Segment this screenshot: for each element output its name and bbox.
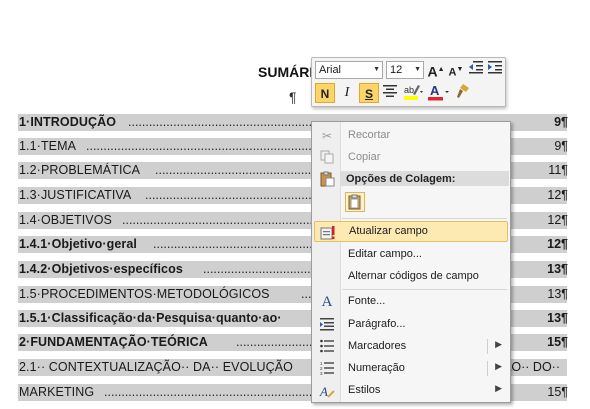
menu-item-font[interactable]: A Fonte... bbox=[314, 291, 508, 312]
svg-text:ab: ab bbox=[404, 85, 414, 95]
toc-entry-page: 12¶ bbox=[547, 213, 568, 227]
bold-button[interactable]: N bbox=[315, 83, 335, 103]
paragraph-mark: ¶ bbox=[289, 89, 297, 105]
toc-entry-page: 9¶ bbox=[554, 139, 568, 153]
italic-button[interactable]: I bbox=[337, 83, 357, 103]
menu-item-update-field[interactable]: Atualizar campo bbox=[314, 221, 508, 242]
toc-entry-title: 1.1·TEMA bbox=[19, 139, 77, 153]
toc-entry-title: 1.5·PROCEDIMENTOS·METODOLÓGICOS bbox=[19, 287, 270, 301]
toc-entry-page: 12¶ bbox=[547, 237, 568, 251]
submenu-arrow-icon: ▶ bbox=[495, 361, 502, 371]
mini-toolbar: Arial ▼ 12 ▼ A▲ A▼ N I S ab A bbox=[311, 57, 506, 107]
grow-font-icon: A bbox=[427, 63, 438, 80]
toc-entry-title: 1.2·PROBLEMÁTICA bbox=[19, 163, 141, 177]
align-center-icon bbox=[383, 85, 397, 97]
clipboard-icon bbox=[348, 194, 361, 210]
toc-entry-title: 1·INTRODUÇÃO bbox=[19, 115, 117, 129]
scissors-icon: ✂ bbox=[321, 129, 333, 143]
svg-text:3: 3 bbox=[320, 371, 323, 375]
shrink-font-button[interactable]: A▼ bbox=[446, 60, 466, 80]
svg-text:A: A bbox=[430, 83, 440, 98]
toc-entry-page: 12¶ bbox=[547, 188, 568, 202]
toc-entry-title: 1.3·JUSTIFICATIVA bbox=[19, 188, 132, 202]
toc-entry-page: 15¶ bbox=[547, 335, 568, 349]
menu-item-toggle-field-codes[interactable]: Alternar códigos de campo bbox=[314, 266, 508, 287]
font-color-icon: A bbox=[428, 83, 449, 101]
toc-entry-page: 15¶ bbox=[547, 385, 568, 399]
toc-entry-page: 13¶ bbox=[547, 287, 568, 301]
decrease-indent-icon bbox=[469, 61, 483, 74]
paragraph-icon bbox=[319, 317, 335, 333]
format-painter-icon bbox=[457, 84, 469, 98]
menu-item-edit-field[interactable]: Editar campo... bbox=[314, 244, 508, 265]
font-color-button[interactable]: A bbox=[426, 83, 450, 103]
numbering-icon: 123 bbox=[319, 361, 335, 377]
toc-entry-title: 2.1·· CONTEXTUALIZAÇÃO·· DA·· EVOLUÇÃO bbox=[19, 360, 293, 374]
bullets-icon bbox=[319, 339, 335, 355]
paste-options-header: Opções de Colagem: bbox=[346, 173, 456, 185]
toc-entry-title: MARKETING bbox=[19, 385, 95, 399]
highlight-color-button[interactable]: ab bbox=[402, 83, 424, 103]
update-field-icon bbox=[320, 225, 336, 241]
toc-entry-title: 1.4.2·Objetivos·específicos bbox=[19, 262, 183, 276]
toc-heading: SUMÁRI bbox=[258, 64, 314, 80]
increase-indent-button[interactable] bbox=[485, 60, 505, 80]
menu-item-numbering[interactable]: 123 Numeração ▶ bbox=[314, 358, 508, 379]
chevron-down-icon: ▼ bbox=[373, 66, 380, 73]
svg-text:A: A bbox=[319, 384, 328, 399]
menu-item-cut[interactable]: ✂ Recortar bbox=[314, 125, 508, 146]
toc-entry-title: 1.4·OBJETIVOS bbox=[19, 213, 112, 227]
highlighter-icon: ab bbox=[404, 85, 423, 100]
toc-entry-title: 1.5.1·Classificação·da·Pesquisa·quanto·a… bbox=[19, 311, 282, 325]
menu-item-paragraph[interactable]: Parágrafo... bbox=[314, 314, 508, 335]
increase-indent-icon bbox=[488, 61, 502, 74]
menu-item-bullets[interactable]: Marcadores ▶ bbox=[314, 336, 508, 357]
decrease-indent-button[interactable] bbox=[466, 60, 486, 80]
grow-font-button[interactable]: A▲ bbox=[426, 60, 446, 80]
copy-icon bbox=[319, 150, 335, 166]
paste-keep-text-button[interactable] bbox=[345, 192, 365, 212]
toc-entry-title: 1.4.1·Objetivo·geral bbox=[19, 237, 138, 251]
underline-button[interactable]: S bbox=[359, 83, 379, 103]
center-align-button[interactable] bbox=[380, 83, 400, 103]
font-size-value: 12 bbox=[390, 64, 403, 76]
font-size-combo[interactable]: 12 ▼ bbox=[386, 61, 424, 79]
chevron-down-icon: ▼ bbox=[414, 66, 421, 73]
toc-entry-page: 9¶ bbox=[554, 115, 568, 129]
submenu-arrow-icon: ▶ bbox=[495, 383, 502, 393]
submenu-arrow-icon: ▶ bbox=[495, 339, 502, 349]
toc-entry-page: 13¶ bbox=[547, 262, 568, 276]
menu-item-styles[interactable]: A Estilos ▶ bbox=[314, 380, 508, 401]
font-name-value: Arial bbox=[319, 64, 342, 76]
styles-icon: A bbox=[319, 383, 335, 399]
toc-entry-page: 13¶ bbox=[547, 311, 568, 325]
toc-entry-page: ÃO·· DO·· bbox=[503, 360, 560, 374]
shrink-font-icon: A bbox=[448, 66, 457, 79]
toc-entry-title: 2·FUNDAMENTAÇÃO·TEÓRICA bbox=[19, 335, 208, 349]
toc-entry-page: 11¶ bbox=[548, 163, 568, 177]
font-name-combo[interactable]: Arial ▼ bbox=[315, 61, 383, 79]
context-menu: ✂ Recortar Copiar Opções de Colagem: Atu… bbox=[311, 121, 511, 403]
paste-icon bbox=[319, 171, 335, 187]
format-painter-button[interactable] bbox=[452, 83, 472, 103]
font-icon: A bbox=[321, 294, 333, 310]
menu-item-copy[interactable]: Copiar bbox=[314, 147, 508, 168]
